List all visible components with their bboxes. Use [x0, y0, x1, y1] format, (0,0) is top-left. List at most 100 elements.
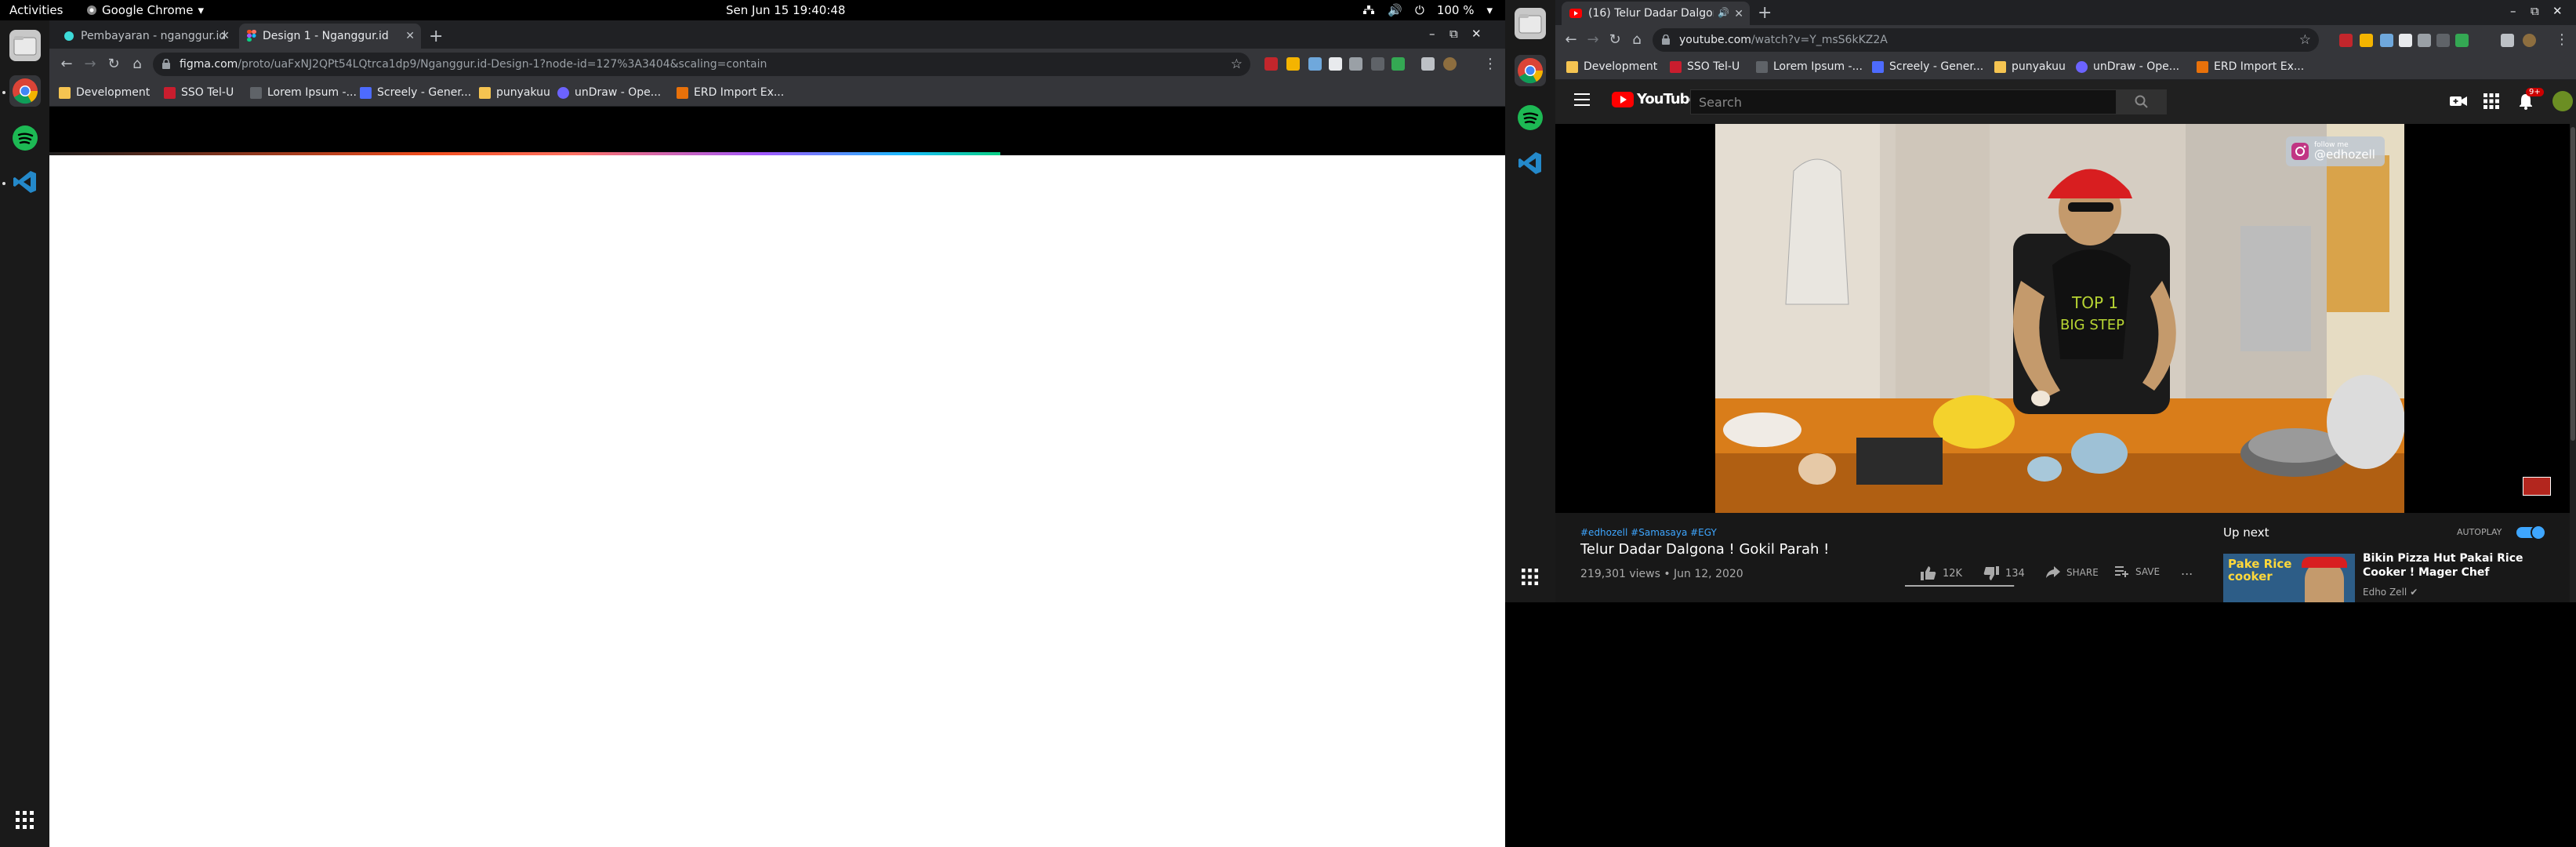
- bookmark-screely[interactable]: Screely - Gener...: [360, 86, 471, 99]
- extension-icon[interactable]: [1391, 57, 1405, 71]
- extension-icon[interactable]: [1371, 57, 1384, 71]
- save-button[interactable]: SAVE: [2115, 566, 2160, 577]
- extension-icon[interactable]: [2380, 34, 2393, 47]
- close-window-button[interactable]: ✕: [2552, 4, 2563, 18]
- minimize-button[interactable]: –: [2510, 4, 2516, 18]
- extension-icon[interactable]: [2399, 34, 2412, 47]
- bookmark-development[interactable]: Development: [59, 86, 150, 99]
- bookmark-star-icon[interactable]: ☆: [1231, 56, 1243, 72]
- channel-branding-icon[interactable]: [2523, 477, 2551, 496]
- chrome-icon[interactable]: [1515, 55, 1546, 86]
- address-bar[interactable]: figma.com/proto/uaFxNJ2QPt54LQtrca1dp9/N…: [153, 53, 1250, 76]
- vscode-icon[interactable]: [1515, 147, 1546, 179]
- share-button[interactable]: SHARE: [2046, 566, 2099, 579]
- close-icon[interactable]: ✕: [220, 30, 230, 42]
- bookmark-punyakuu[interactable]: punyakuu: [1994, 60, 2066, 73]
- forward-icon[interactable]: →: [1584, 31, 1602, 49]
- maximize-button[interactable]: ⧉: [2531, 4, 2539, 18]
- figma-prototype-canvas[interactable]: [49, 155, 1505, 847]
- extension-icon[interactable]: [2455, 34, 2469, 47]
- url-text: youtube.com/watch?v=Y_msS6kKZ2A: [1679, 34, 1888, 46]
- vscode-icon[interactable]: [9, 166, 41, 198]
- next-video-title[interactable]: Bikin Pizza Hut Pakai Rice Cooker ! Mage…: [2363, 552, 2551, 580]
- close-icon[interactable]: ✕: [1734, 8, 1743, 20]
- media-control-icon[interactable]: [1421, 57, 1435, 71]
- profile-avatar[interactable]: [1443, 57, 1457, 71]
- new-tab-button[interactable]: +: [1758, 3, 1772, 23]
- more-actions-icon[interactable]: ...: [2181, 563, 2193, 578]
- autoplay-toggle[interactable]: [2516, 525, 2546, 540]
- notifications-bell-icon[interactable]: 9+: [2518, 88, 2544, 110]
- extension-icon[interactable]: [1286, 57, 1300, 71]
- up-next-label: Up next: [2223, 525, 2269, 540]
- home-icon[interactable]: ⌂: [1627, 31, 1646, 49]
- extension-icon[interactable]: [2360, 34, 2373, 47]
- video-player[interactable]: TOP 1 BIG STEP follow me @edhozell: [1555, 124, 2576, 513]
- youtube-masthead: YouTube ID Search 9+: [1555, 80, 2576, 124]
- spotify-icon[interactable]: [9, 122, 41, 154]
- tab-youtube[interactable]: (16) Telur Dadar Dalgona ! Gokil Parah !…: [1562, 2, 1750, 25]
- files-icon[interactable]: [1515, 8, 1546, 39]
- forward-icon[interactable]: →: [81, 55, 100, 74]
- extension-icon[interactable]: [1329, 57, 1342, 71]
- bookmark-sso-telu[interactable]: SSO Tel-U: [164, 86, 234, 99]
- dislike-button[interactable]: 134: [1983, 566, 2025, 580]
- profile-avatar[interactable]: [2523, 34, 2536, 47]
- show-applications-icon[interactable]: [1515, 562, 1546, 593]
- bookmark-development[interactable]: Development: [1566, 60, 1657, 73]
- bookmark-erd-import[interactable]: ERD Import Ex...: [2197, 60, 2304, 73]
- close-window-button[interactable]: ✕: [1471, 27, 1482, 41]
- show-applications-icon[interactable]: [16, 811, 34, 830]
- next-video-thumbnail[interactable]: Pake Rice cooker: [2223, 554, 2355, 602]
- spotify-icon[interactable]: [1515, 102, 1546, 133]
- url-text: figma.com/proto/uaFxNJ2QPt54LQtrca1dp9/N…: [180, 58, 767, 71]
- abp-extension-icon[interactable]: [1264, 57, 1278, 71]
- extension-icon[interactable]: [1308, 57, 1322, 71]
- screenshot-extension-icon[interactable]: [2418, 34, 2431, 47]
- tab-design-1[interactable]: Design 1 - Nganggur.id ✕: [239, 24, 421, 49]
- minimize-button[interactable]: –: [1429, 27, 1435, 41]
- back-icon[interactable]: ←: [57, 55, 76, 74]
- activities-button[interactable]: Activities: [9, 3, 63, 17]
- hamburger-menu-icon[interactable]: [1574, 93, 1590, 106]
- scrollbar[interactable]: [2570, 124, 2576, 602]
- reload-icon[interactable]: ↻: [104, 55, 123, 74]
- maximize-button[interactable]: ⧉: [1449, 27, 1458, 41]
- search-input[interactable]: Search: [1690, 89, 2117, 115]
- bookmark-punyakuu[interactable]: punyakuu: [479, 86, 550, 99]
- home-icon[interactable]: ⌂: [128, 55, 147, 74]
- bookmark-star-icon[interactable]: ☆: [2299, 32, 2311, 48]
- create-video-icon[interactable]: [2449, 94, 2468, 108]
- reload-icon[interactable]: ↻: [1605, 31, 1624, 49]
- like-button[interactable]: 12K: [1921, 566, 1962, 580]
- clock[interactable]: Sen Jun 15 19:40:48: [726, 3, 845, 17]
- hashtags[interactable]: #edhozell #Samasaya #EGY: [1580, 527, 1717, 538]
- address-bar[interactable]: youtube.com/watch?v=Y_msS6kKZ2A ☆: [1653, 28, 2319, 52]
- bookmark-screely[interactable]: Screely - Gener...: [1872, 60, 1983, 73]
- screenshot-extension-icon[interactable]: [1349, 57, 1362, 71]
- new-tab-button[interactable]: +: [429, 27, 443, 46]
- bookmark-undraw[interactable]: unDraw - Ope...: [2076, 60, 2179, 73]
- avatar[interactable]: [2552, 91, 2573, 111]
- bookmark-undraw[interactable]: unDraw - Ope...: [557, 86, 661, 99]
- app-menu[interactable]: Google Chrome ▾: [86, 3, 204, 17]
- system-tray[interactable]: 🔊 ⏻ 100 % ▾: [1362, 3, 1493, 17]
- search-button[interactable]: [2117, 89, 2167, 115]
- tab-pembayaran[interactable]: Pembayaran - nganggur.id ✕: [56, 24, 236, 49]
- bookmark-lorem-ipsum[interactable]: Lorem Ipsum -...: [250, 86, 357, 99]
- next-video-channel[interactable]: Edho Zell ✔: [2363, 587, 2418, 598]
- chrome-icon[interactable]: [9, 75, 41, 107]
- sentiment-bar: [1905, 585, 2015, 587]
- back-icon[interactable]: ←: [1562, 31, 1580, 49]
- files-icon[interactable]: [9, 30, 41, 61]
- extension-icon[interactable]: [2436, 34, 2450, 47]
- bookmark-sso-telu[interactable]: SSO Tel-U: [1670, 60, 1740, 73]
- media-control-icon[interactable]: [2501, 34, 2514, 47]
- abp-extension-icon[interactable]: [2339, 34, 2353, 47]
- menu-kebab-icon[interactable]: ⋮: [1481, 55, 1500, 74]
- close-icon[interactable]: ✕: [405, 30, 415, 42]
- menu-kebab-icon[interactable]: ⋮: [2552, 31, 2571, 49]
- apps-grid-icon[interactable]: [2483, 93, 2499, 109]
- bookmark-lorem-ipsum[interactable]: Lorem Ipsum -...: [1756, 60, 1863, 73]
- bookmark-erd-import[interactable]: ERD Import Ex...: [677, 86, 784, 99]
